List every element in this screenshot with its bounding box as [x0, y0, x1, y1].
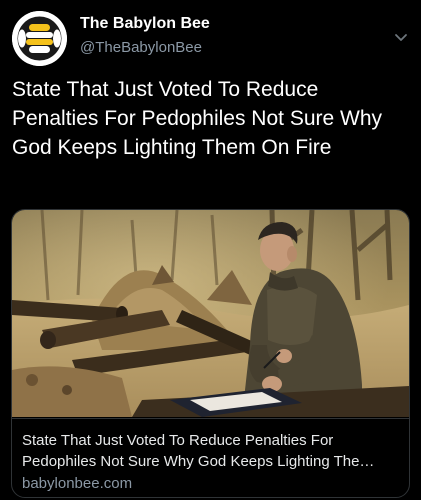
babylon-bee-logo-icon	[12, 11, 67, 66]
author-handle[interactable]: @TheBabylonBee	[80, 39, 202, 56]
card-title: State That Just Voted To Reduce Penaltie…	[22, 430, 402, 472]
author-name[interactable]: The Babylon Bee	[80, 15, 210, 33]
tweet-text: State That Just Voted To Reduce Penaltie…	[12, 78, 383, 159]
card-domain: babylonbee.com	[22, 475, 133, 492]
card-title-line-1: State That Just Voted To Reduce Penaltie…	[22, 432, 334, 449]
link-card[interactable]: State That Just Voted To Reduce Penaltie…	[11, 209, 410, 498]
card-title-line-2: Pedophiles Not Sure Why God Keeps Lighti…	[22, 453, 375, 470]
man-signing-paper-in-burned-forest-image	[12, 210, 409, 417]
card-meta[interactable]: State That Just Voted To Reduce Penaltie…	[12, 418, 409, 497]
avatar[interactable]	[12, 11, 67, 66]
tweet[interactable]: The Babylon Bee @TheBabylonBee State Tha…	[0, 0, 421, 500]
card-image[interactable]	[12, 210, 409, 417]
chevron-down-icon[interactable]	[391, 30, 411, 46]
